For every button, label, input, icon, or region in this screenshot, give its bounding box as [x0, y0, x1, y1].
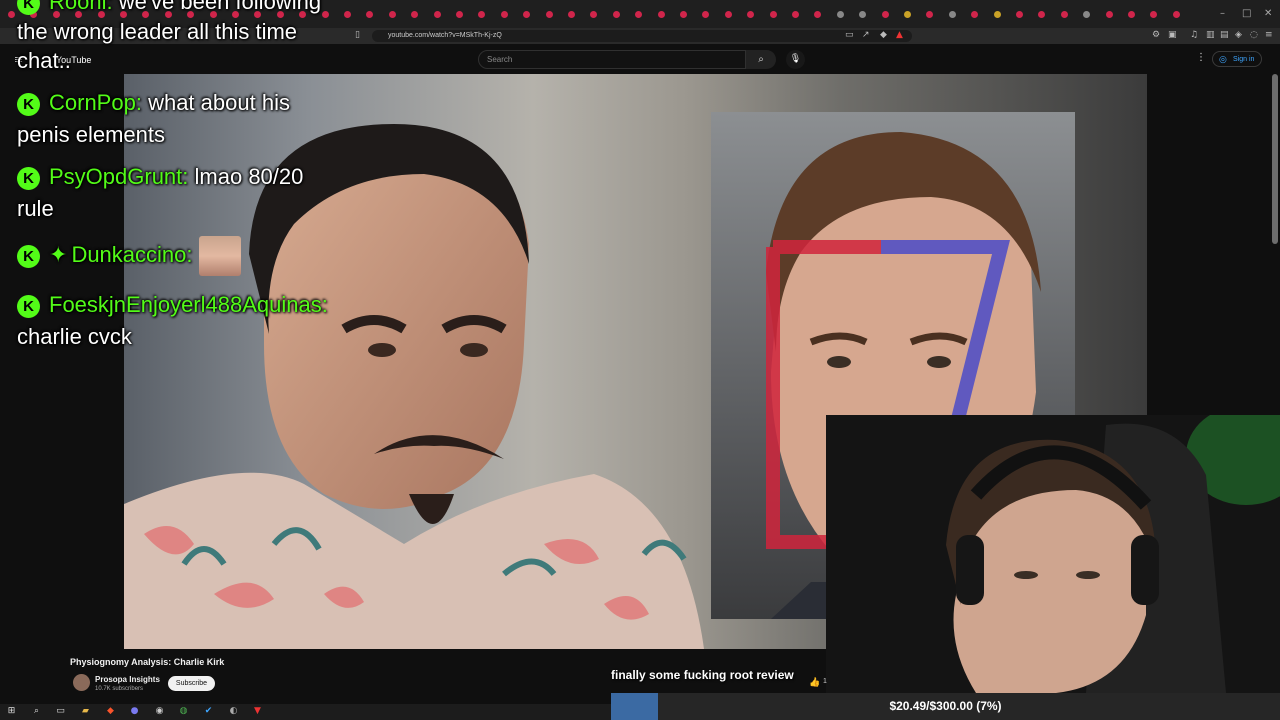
browser-tab-icon[interactable]: [545, 11, 553, 18]
like-icon[interactable]: 👍: [809, 678, 820, 688]
browser-tab-icon[interactable]: [993, 11, 1001, 18]
chat-username: PsyOpdGrunt:: [49, 164, 189, 189]
maximize-icon[interactable]: □: [1242, 8, 1251, 19]
chat-text: chat..: [17, 48, 71, 73]
chat-username: Dunkaccino:: [71, 241, 193, 267]
search-button[interactable]: ⌕: [746, 50, 776, 69]
goal-message: finally some fucking root review: [611, 668, 794, 682]
page-scrollbar[interactable]: [1272, 74, 1278, 244]
browser-tab-icon[interactable]: [612, 11, 620, 18]
browser-tab-icon[interactable]: [792, 11, 799, 18]
discord-icon[interactable]: ●: [129, 706, 140, 717]
more-options-icon[interactable]: ⋮: [1196, 52, 1206, 63]
browser-menu-icon[interactable]: ≡: [1265, 30, 1273, 40]
media-icon[interactable]: ♫: [1190, 30, 1198, 40]
kick-badge-icon: K: [17, 92, 40, 116]
sidebar-icon[interactable]: ▥: [1206, 30, 1215, 40]
minimize-icon[interactable]: –: [1220, 8, 1225, 19]
browser-tab-icon[interactable]: [724, 11, 732, 18]
chat-message: rule: [17, 193, 54, 225]
brave-shield-icon[interactable]: ◆: [880, 30, 887, 40]
app-icon[interactable]: ◐: [228, 706, 239, 717]
address-bar[interactable]: youtube.com/watch?v=MSkTh-Kj-zQ: [372, 30, 912, 42]
chat-message: K PsyOpdGrunt: lmao 80/20: [17, 161, 303, 193]
extensions-puzzle-icon[interactable]: ▣: [1168, 30, 1177, 40]
start-menu-icon[interactable]: ⊞: [6, 706, 17, 717]
channel-avatar[interactable]: [73, 674, 90, 691]
rewards-icon[interactable]: ▲: [896, 30, 903, 40]
subscribe-button[interactable]: Subscribe: [168, 676, 215, 691]
browser-tab-icon[interactable]: [1060, 11, 1068, 18]
chat-message: chat..: [17, 45, 71, 77]
browser-tab-icon[interactable]: [680, 11, 687, 18]
chat-text: charlie cvck: [17, 324, 132, 349]
chat-username: Rooni:: [49, 0, 113, 14]
app-icon[interactable]: ✔: [203, 706, 214, 717]
voice-search-button[interactable]: 🎙: [786, 50, 805, 69]
os-taskbar: [0, 704, 611, 720]
file-explorer-icon[interactable]: ▰: [80, 706, 91, 717]
browser-tab-icon[interactable]: [500, 11, 508, 18]
sign-in-label: Sign in: [1233, 56, 1255, 63]
kick-badge-icon: K: [17, 0, 40, 15]
chat-text: rule: [17, 196, 54, 221]
account-icon: ◎: [1219, 55, 1227, 65]
close-icon[interactable]: ✕: [1264, 8, 1272, 19]
kick-badge-icon: K: [17, 244, 40, 268]
browser-tab-icon[interactable]: [881, 11, 889, 18]
chat-emote: [198, 236, 241, 276]
browser-tab-icon[interactable]: [456, 11, 463, 18]
video-title: Physiognomy Analysis: Charlie Kirk: [70, 657, 225, 667]
kick-badge-icon: K: [17, 166, 40, 190]
streamer-webcam: [826, 415, 1280, 693]
channel-name[interactable]: Prosopa Insights: [95, 675, 160, 684]
brave-browser-icon[interactable]: ◆: [105, 706, 116, 717]
donation-goal-label: $20.49/$300.00 (7%): [889, 699, 1002, 713]
chat-message: K ✦ Dunkaccino:: [17, 236, 241, 276]
task-view-icon[interactable]: ▭: [55, 706, 66, 717]
browser-tab-icon[interactable]: [948, 11, 956, 18]
browser-tab-icon[interactable]: [657, 11, 665, 18]
vpn-icon[interactable]: ◈: [1235, 30, 1242, 40]
chat-username: FoeskjnEnjoyerl488Aquinas:: [49, 292, 328, 317]
chat-message: the wrong leader all this time: [17, 16, 297, 48]
steam-icon[interactable]: ◉: [154, 706, 165, 717]
extension-icon[interactable]: ⚙: [1152, 30, 1160, 40]
browser-tab-icon[interactable]: [568, 11, 575, 18]
cast-icon[interactable]: ▭: [845, 30, 854, 40]
app-icon[interactable]: ▼: [252, 706, 263, 717]
chat-message: K FoeskjnEnjoyerl488Aquinas:: [17, 289, 328, 321]
browser-tab-icon[interactable]: [769, 11, 777, 18]
browser-tab-icon[interactable]: [904, 11, 911, 18]
chat-text: we've been following: [118, 0, 322, 14]
wallet-icon[interactable]: ▤: [1220, 30, 1229, 40]
chrome-icon[interactable]: ◍: [178, 706, 189, 717]
browser-tab-icon[interactable]: [1105, 11, 1113, 18]
chat-text: penis elements: [17, 122, 165, 147]
browser-tab-icon[interactable]: [1016, 11, 1023, 18]
leo-icon[interactable]: ◌: [1250, 30, 1258, 40]
chat-text: the wrong leader all this time: [17, 19, 298, 44]
browser-tab-icon[interactable]: [1172, 11, 1180, 18]
stream-chat-overlay: K Rooni: we've been following the wrong l…: [0, 0, 420, 360]
chat-message: charlie cvck: [17, 321, 132, 353]
chat-message: penis elements: [17, 119, 165, 151]
browser-tab-icon[interactable]: [1128, 11, 1135, 18]
search-icon[interactable]: ⌕: [31, 706, 42, 717]
share-icon[interactable]: ↗: [862, 30, 870, 40]
sign-in-button[interactable]: ◎ Sign in: [1212, 51, 1262, 67]
kick-badge-icon: K: [17, 294, 40, 318]
browser-tab-icon[interactable]: [433, 11, 441, 18]
chat-message: K CornPop: what about his: [17, 87, 290, 119]
browser-tab-icon[interactable]: [836, 11, 844, 18]
gift-badge-icon: ✦: [49, 241, 68, 267]
like-count: 1: [823, 678, 827, 685]
search-icon: ⌕: [758, 54, 764, 65]
chat-username: CornPop:: [49, 90, 142, 115]
subscriber-count: 10.7K subscribers: [95, 686, 144, 692]
chat-text: what about his: [148, 90, 290, 115]
microphone-icon: 🎙: [789, 54, 802, 64]
search-input[interactable]: Search: [478, 50, 746, 69]
chat-text: lmao 80/20: [194, 164, 304, 189]
